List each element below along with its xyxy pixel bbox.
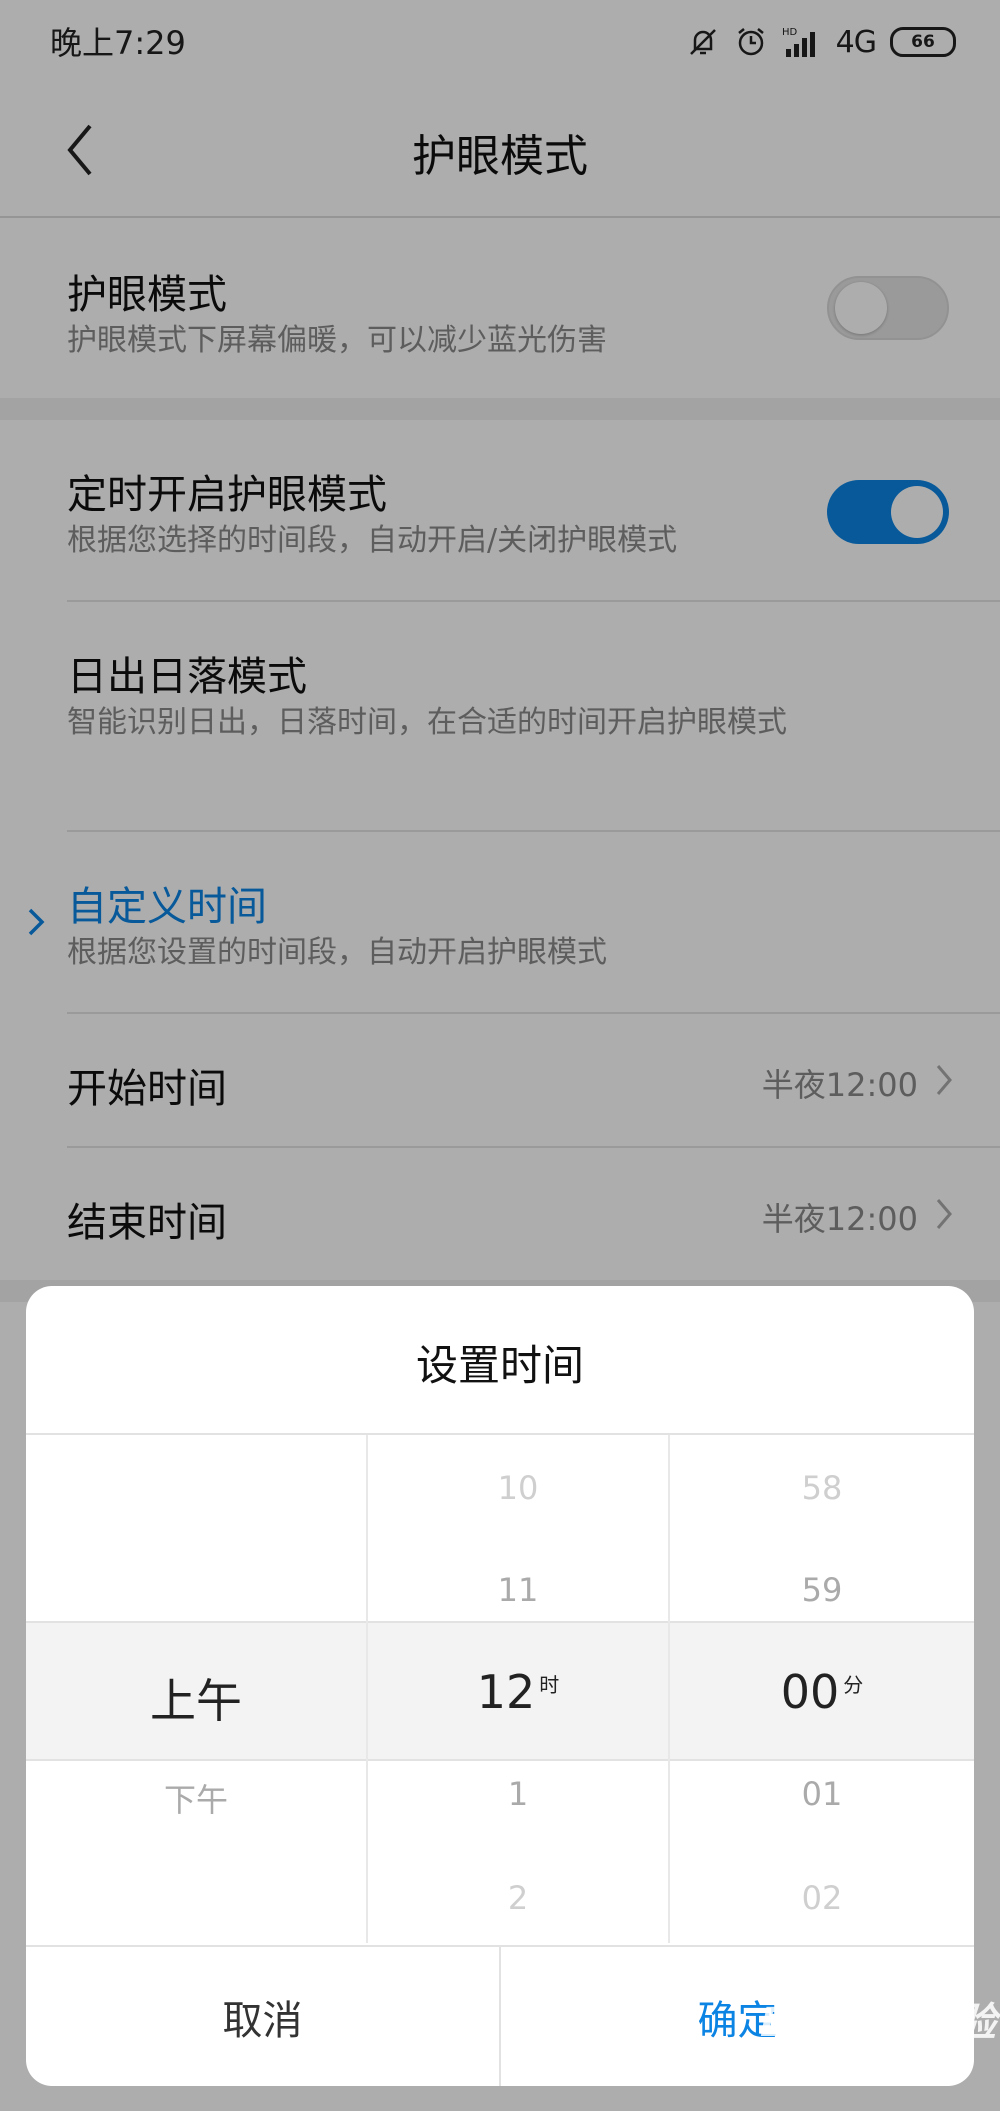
minute-option[interactable]: 58	[670, 1469, 974, 1507]
time-picker[interactable]: 上午 下午 10 11 12 时 1 2 58 59 00 分 01 02	[26, 1435, 974, 1943]
ampm-selected[interactable]: 上午	[26, 1665, 366, 1731]
hour-unit: 时	[539, 1673, 560, 1697]
hour-option[interactable]: 1	[368, 1775, 668, 1813]
baidu-watermark-url: jingyan.baidu.com	[818, 2052, 966, 2071]
hour-option[interactable]: 10	[368, 1469, 668, 1507]
selection-bottom-line	[26, 1759, 974, 1761]
dialog-title: 设置时间	[415, 1341, 584, 1390]
hour-value: 12	[476, 1665, 536, 1719]
minute-unit: 分	[843, 1673, 864, 1697]
hour-option[interactable]: 2	[368, 1879, 668, 1917]
time-picker-dialog: 设置时间 上午 下午 10 11 12 时 1 2 58 59 00 分 01 02	[26, 1286, 974, 2086]
minute-selected[interactable]: 00 分	[670, 1665, 974, 1719]
minute-option[interactable]: 02	[670, 1879, 974, 1917]
minute-option[interactable]: 59	[670, 1571, 974, 1609]
minute-option[interactable]: 01	[670, 1775, 974, 1813]
cancel-button[interactable]: 取消	[26, 1947, 499, 2086]
hour-option[interactable]: 11	[368, 1571, 668, 1609]
hour-selected[interactable]: 12 时	[368, 1665, 668, 1719]
ampm-option[interactable]: 下午	[26, 1775, 366, 1821]
selection-top-line	[26, 1621, 974, 1623]
baidu-watermark-logo: Bai du 经验	[760, 2000, 997, 2046]
minute-value: 00	[780, 1665, 840, 1719]
